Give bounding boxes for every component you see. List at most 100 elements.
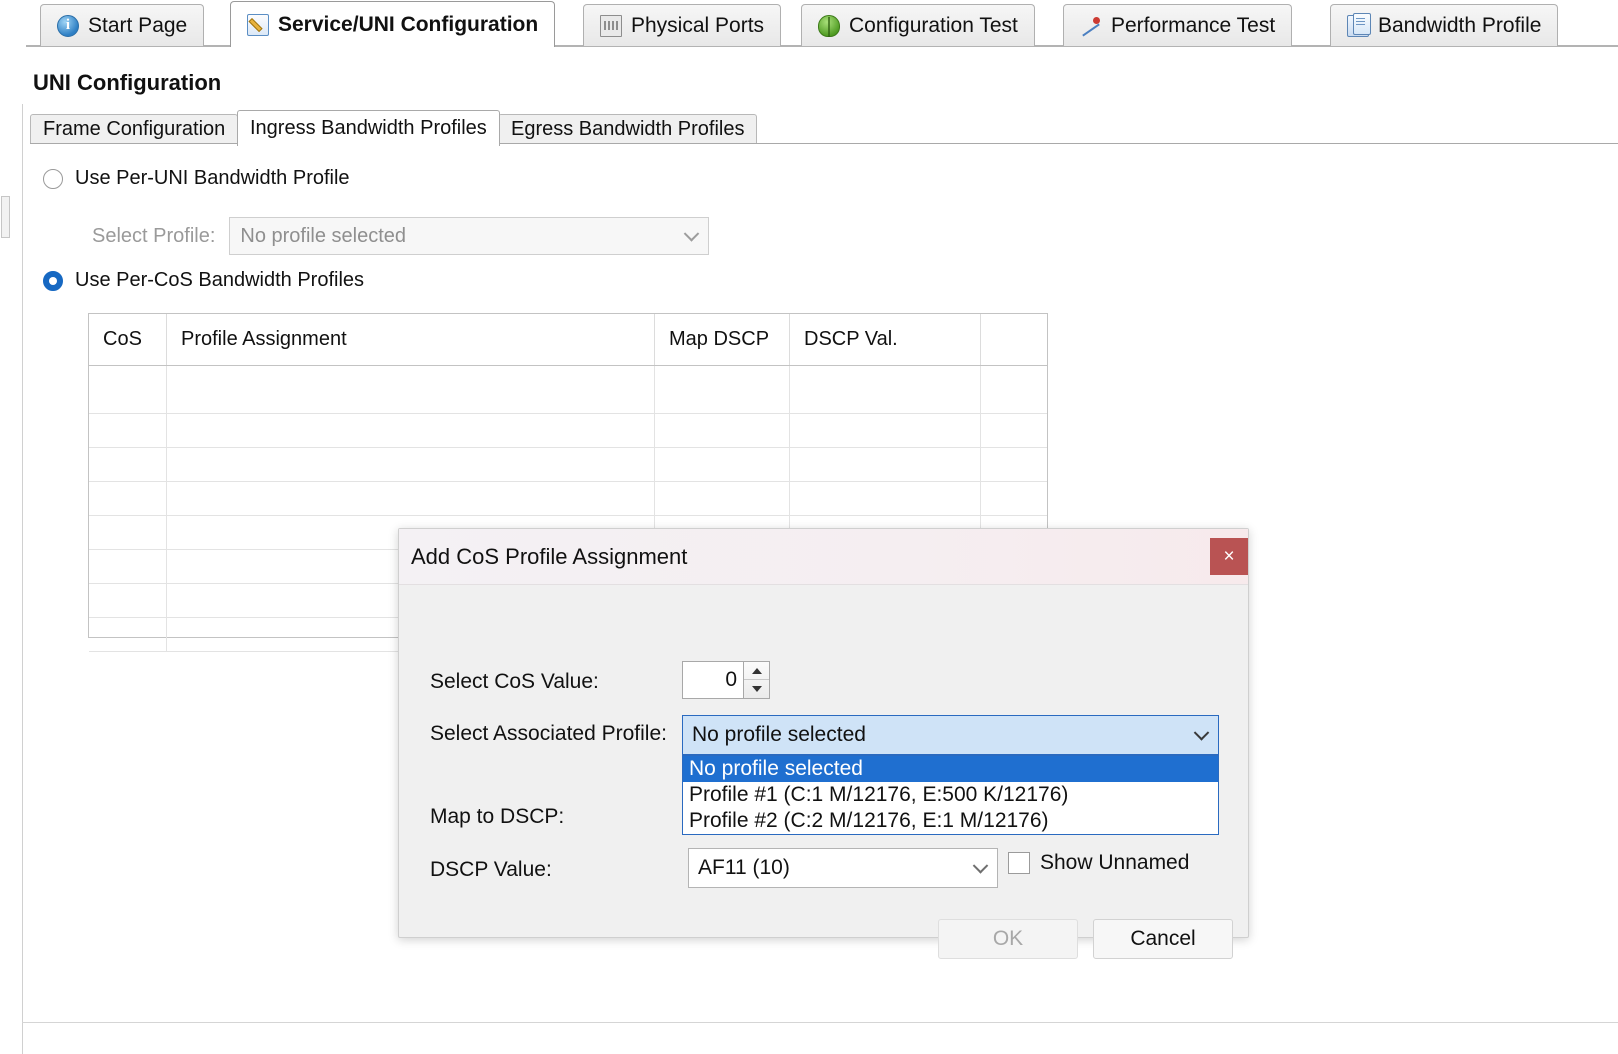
column-header-map-dscp[interactable]: Map DSCP — [655, 314, 790, 365]
subtab-label: Ingress Bandwidth Profiles — [250, 117, 487, 139]
associated-profile-combobox[interactable]: No profile selected — [682, 715, 1219, 755]
tab-label: Configuration Test — [849, 13, 1018, 37]
cell-cos — [89, 516, 167, 549]
performance-chart-icon — [1080, 15, 1102, 37]
associated-profile-dropdown-list[interactable]: No profile selected Profile #1 (C:1 M/12… — [682, 755, 1219, 835]
dropdown-option-profile-1[interactable]: Profile #1 (C:1 M/12176, E:500 K/12176) — [683, 782, 1218, 808]
info-icon: i — [57, 14, 79, 37]
radio-label: Use Per-CoS Bandwidth Profiles — [75, 269, 365, 291]
main-tab-bar: i Start Page Service/UNI Configuration P… — [0, 0, 1618, 52]
cell-spacer — [981, 448, 1047, 481]
cell-map-dscp — [655, 482, 790, 515]
application-window: i Start Page Service/UNI Configuration P… — [0, 0, 1618, 1054]
cell-profile-assignment — [167, 414, 655, 447]
edit-document-icon — [247, 13, 269, 36]
cell-map-dscp — [655, 448, 790, 481]
tab-service-uni-configuration[interactable]: Service/UNI Configuration — [230, 1, 556, 47]
cell-cos — [89, 550, 167, 583]
cell-spacer — [981, 482, 1047, 515]
dropdown-option-no-profile[interactable]: No profile selected — [683, 756, 1218, 782]
triangle-down-icon — [751, 686, 762, 692]
cell-cos — [89, 414, 167, 447]
show-unnamed-checkbox[interactable] — [1008, 852, 1030, 874]
dscp-value-label: DSCP Value: — [430, 858, 552, 881]
cell-dscp-val — [790, 482, 981, 515]
cell-spacer — [981, 414, 1047, 447]
radio-indicator[interactable] — [43, 270, 63, 291]
subtab-label: Frame Configuration — [43, 118, 226, 140]
tab-label: Start Page — [88, 13, 188, 37]
tab-label: Bandwidth Profile — [1378, 13, 1542, 37]
radio-use-per-cos-bandwidth-profiles[interactable]: Use Per-CoS Bandwidth Profiles — [43, 269, 364, 292]
table-row[interactable] — [89, 448, 1047, 482]
dialog-body: Select CoS Value: 0 Select Associated Pr… — [399, 585, 1248, 959]
page-title: UNI Configuration — [33, 70, 222, 95]
column-header-spacer — [981, 314, 1047, 365]
table-row[interactable] — [89, 482, 1047, 516]
dscp-value-combobox[interactable]: AF11 (10) — [688, 848, 998, 888]
cell-dscp-val — [790, 414, 981, 447]
tab-bandwidth-profile[interactable]: Bandwidth Profile — [1330, 4, 1559, 46]
cell-profile-assignment — [167, 366, 655, 413]
bottom-divider — [22, 1022, 1618, 1023]
column-header-dscp-val[interactable]: DSCP Val. — [790, 314, 981, 365]
left-edge-handle-mid[interactable] — [1, 196, 10, 238]
tab-configuration-test[interactable]: Configuration Test — [801, 4, 1035, 46]
cos-value-spinner[interactable]: 0 — [682, 661, 770, 699]
spinner-up-button[interactable] — [744, 662, 769, 680]
cell-cos — [89, 366, 167, 413]
select-profile-row: Select Profile: No profile selected — [92, 217, 710, 255]
tab-start-page[interactable]: i Start Page — [40, 4, 205, 46]
chevron-down-icon — [684, 226, 700, 242]
associated-profile-value: No profile selected — [692, 723, 866, 746]
cell-cos — [89, 584, 167, 617]
subtab-egress-bandwidth-profiles[interactable]: Egress Bandwidth Profiles — [498, 114, 758, 144]
radio-label: Use Per-UNI Bandwidth Profile — [75, 167, 350, 189]
tab-physical-ports[interactable]: Physical Ports — [583, 4, 782, 46]
cell-profile-assignment — [167, 448, 655, 481]
chevron-down-icon — [972, 858, 989, 874]
table-row[interactable] — [89, 366, 1047, 414]
dscp-value-text: AF11 (10) — [698, 856, 790, 879]
select-cos-value-label: Select CoS Value: — [430, 670, 599, 693]
documents-icon — [1347, 12, 1371, 37]
select-associated-profile-label: Select Associated Profile: — [430, 722, 667, 745]
table-row[interactable] — [89, 414, 1047, 448]
column-header-cos[interactable]: CoS — [89, 314, 167, 365]
cos-value-input[interactable]: 0 — [683, 662, 743, 698]
dialog-title-text: Add CoS Profile Assignment — [411, 543, 688, 569]
column-header-profile-assignment[interactable]: Profile Assignment — [167, 314, 655, 365]
radio-indicator[interactable] — [43, 168, 63, 189]
subtab-label: Egress Bandwidth Profiles — [511, 118, 745, 140]
spinner-buttons[interactable] — [743, 662, 769, 698]
show-unnamed-label: Show Unnamed — [1040, 851, 1190, 874]
close-icon[interactable]: × — [1210, 538, 1248, 575]
left-edge-divider — [22, 104, 23, 1054]
select-profile-label: Select Profile: — [92, 224, 216, 247]
chevron-down-icon — [1193, 725, 1210, 741]
tab-label: Performance Test — [1111, 13, 1276, 37]
dialog-title-bar: Add CoS Profile Assignment × — [399, 529, 1248, 585]
ports-icon — [600, 14, 622, 37]
radio-use-per-uni-bandwidth-profile[interactable]: Use Per-UNI Bandwidth Profile — [43, 167, 350, 190]
cancel-button[interactable]: Cancel — [1093, 919, 1233, 959]
triangle-up-icon — [751, 667, 762, 674]
select-profile-value: No profile selected — [240, 224, 407, 247]
show-unnamed-checkbox-row[interactable]: Show Unnamed — [1008, 851, 1189, 875]
cell-profile-assignment — [167, 482, 655, 515]
subtab-frame-configuration[interactable]: Frame Configuration — [30, 114, 239, 144]
cell-cos — [89, 618, 167, 651]
cell-spacer — [981, 366, 1047, 413]
table-header-row: CoS Profile Assignment Map DSCP DSCP Val… — [89, 314, 1047, 366]
cell-map-dscp — [655, 366, 790, 413]
tab-performance-test[interactable]: Performance Test — [1063, 4, 1293, 46]
bug-icon — [818, 14, 840, 37]
ok-button[interactable]: OK — [938, 919, 1078, 959]
select-profile-combobox[interactable]: No profile selected — [229, 217, 710, 255]
spinner-down-button[interactable] — [744, 680, 769, 698]
map-to-dscp-label: Map to DSCP: — [430, 805, 565, 828]
subtab-ingress-bandwidth-profiles[interactable]: Ingress Bandwidth Profiles — [237, 110, 500, 146]
cell-cos — [89, 482, 167, 515]
dropdown-option-profile-2[interactable]: Profile #2 (C:2 M/12176, E:1 M/12176) — [683, 808, 1218, 834]
cell-cos — [89, 448, 167, 481]
